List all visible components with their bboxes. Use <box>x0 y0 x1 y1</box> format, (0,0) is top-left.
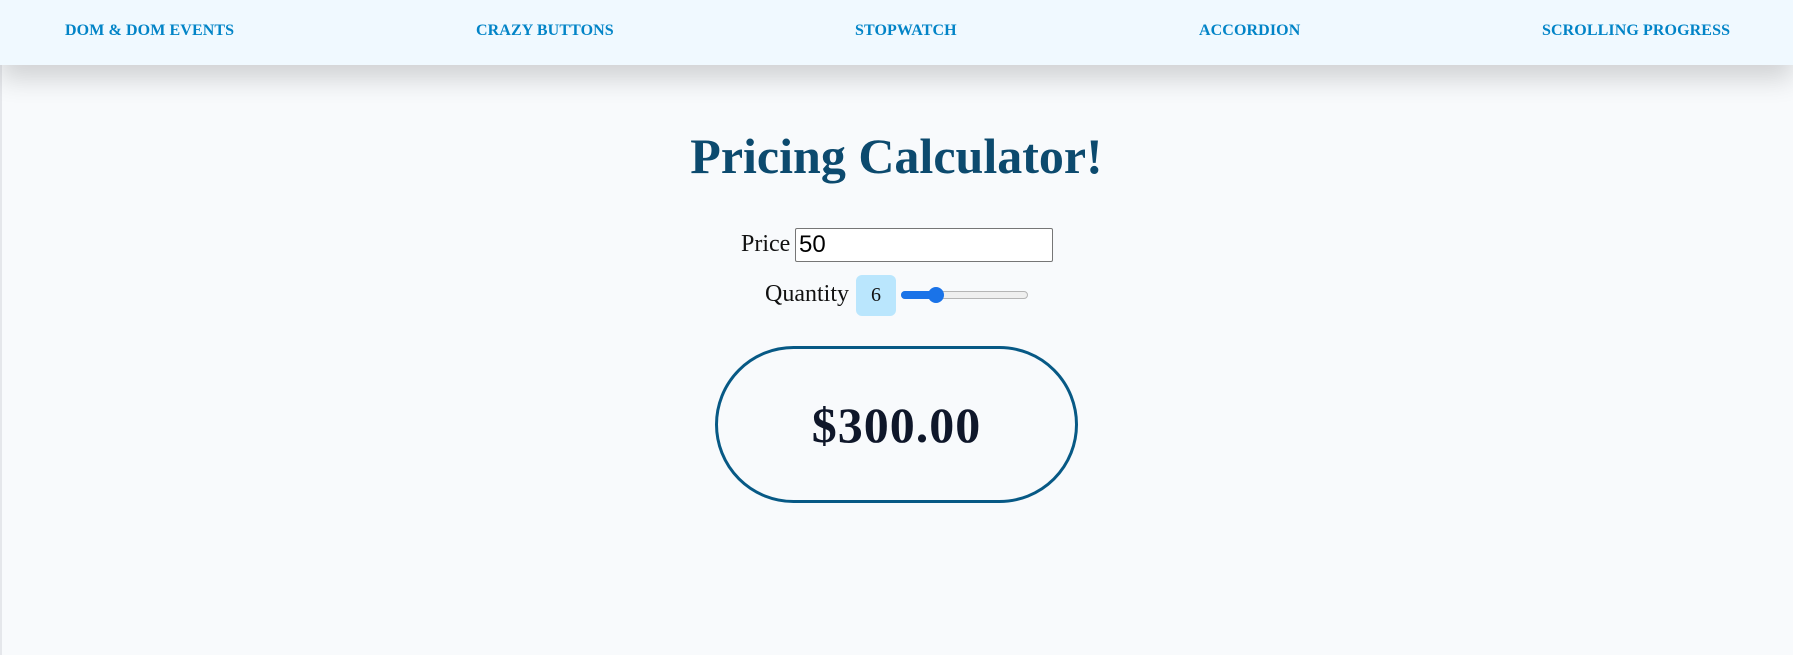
top-navigation: DOM & DOM EVENTS CRAZY BUTTONS STOPWATCH… <box>0 0 1793 65</box>
quantity-slider[interactable] <box>900 284 1030 306</box>
nav-link-stopwatch[interactable]: STOPWATCH <box>855 22 957 40</box>
page-left-edge <box>0 0 2 655</box>
total-price-display: $300.00 <box>715 346 1078 503</box>
price-input[interactable] <box>795 228 1053 262</box>
page-title: Pricing Calculator! <box>690 128 1103 184</box>
nav-link-dom-events[interactable]: DOM & DOM EVENTS <box>65 22 234 40</box>
quantity-label: Quantity <box>765 281 849 307</box>
nav-link-scrolling-progress[interactable]: SCROLLING PROGRESS <box>1542 22 1730 40</box>
quantity-slider-thumb[interactable] <box>927 287 944 303</box>
nav-link-accordion[interactable]: ACCORDION <box>1199 22 1300 40</box>
total-price-text: $300.00 <box>811 396 982 453</box>
quantity-value-badge: 6 <box>856 275 896 316</box>
price-label: Price <box>741 231 791 257</box>
nav-link-crazy-buttons[interactable]: CRAZY BUTTONS <box>476 22 614 40</box>
